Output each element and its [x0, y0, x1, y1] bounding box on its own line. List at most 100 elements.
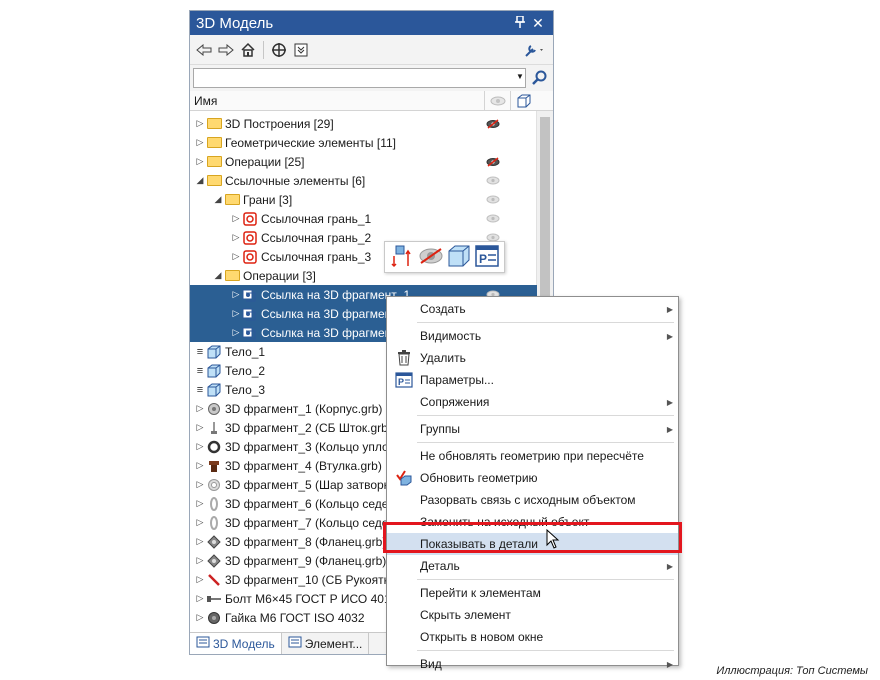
hidden-eye-icon[interactable]: [484, 118, 502, 129]
collapsed-arrow-icon[interactable]: ▷: [194, 479, 206, 490]
tab-elements[interactable]: Элемент...: [282, 633, 370, 654]
collapsed-arrow-icon[interactable]: ▷: [194, 574, 206, 585]
expanded-arrow-icon[interactable]: ◢: [194, 175, 206, 186]
menu-item-10[interactable]: Обновить геометрию: [387, 467, 678, 489]
menu-item-2[interactable]: Видимость ▶: [387, 325, 678, 347]
tree-row-refs[interactable]: ◢ Ссылочные элементы [6]: [190, 171, 537, 190]
collapsed-arrow-icon[interactable]: ▷: [230, 232, 242, 243]
collapsed-arrow-icon[interactable]: ▷: [194, 441, 206, 452]
home-icon[interactable]: [238, 40, 258, 60]
crosshair-icon[interactable]: [269, 40, 289, 60]
menu-item-7[interactable]: Группы ▶: [387, 418, 678, 440]
eye-icon[interactable]: [484, 195, 502, 204]
menu-item-5[interactable]: Сопряжения ▶: [387, 391, 678, 413]
panel-title: 3D Модель: [196, 14, 274, 32]
collapsed-arrow-icon[interactable]: ▷: [194, 118, 206, 129]
submenu-arrow-icon: ▶: [666, 424, 674, 434]
expanded-arrow-icon[interactable]: ◢: [212, 194, 224, 205]
part-seat-icon: [206, 496, 222, 512]
eye-column-icon[interactable]: [484, 90, 510, 111]
tree-row-faces[interactable]: ◢ Грани [3]: [190, 190, 537, 209]
tree-row-geom[interactable]: ▷ Геометрические элементы [11]: [190, 133, 537, 152]
menu-item-18[interactable]: Открыть в новом окне: [387, 626, 678, 648]
collapsed-arrow-icon[interactable]: ▷: [194, 137, 206, 148]
tree-row-label: 3D фрагмент_9 (Фланец.grb): [225, 553, 387, 568]
collapsed-arrow-icon[interactable]: ▷: [194, 156, 206, 167]
tree-row-label: Ссылочная грань_3: [261, 249, 372, 264]
ref-face-icon: [242, 211, 258, 227]
svg-text:P: P: [398, 377, 404, 387]
search-input[interactable]: [193, 68, 526, 88]
menu-item-label: Скрыть элемент: [420, 608, 511, 622]
pin-icon[interactable]: [511, 15, 529, 31]
forward-icon[interactable]: [216, 40, 236, 60]
close-icon[interactable]: ✕: [529, 15, 547, 32]
menu-item-3[interactable]: Удалить: [387, 347, 678, 369]
menu-item-4[interactable]: P Параметры...: [387, 369, 678, 391]
tree-row-construct[interactable]: ▷ 3D Построения [29]: [190, 114, 537, 133]
highlight-callout-frame: [383, 522, 682, 553]
eye-icon[interactable]: [484, 176, 502, 185]
back-icon[interactable]: [194, 40, 214, 60]
collapsed-arrow-icon[interactable]: ▷: [194, 422, 206, 433]
collapsed-arrow-icon[interactable]: ▷: [194, 593, 206, 604]
chevron-down-icon[interactable]: ▼: [516, 72, 524, 81]
tree-row-face1[interactable]: ▷ Ссылочная грань_1: [190, 209, 537, 228]
settings-wrench-icon[interactable]: [521, 40, 549, 60]
submenu-arrow-icon: ▶: [666, 331, 674, 341]
collapsed-arrow-icon[interactable]: ▷: [194, 555, 206, 566]
parameters-icon[interactable]: P: [475, 244, 499, 270]
collapsed-arrow-icon[interactable]: ▷: [230, 213, 242, 224]
menu-item-11[interactable]: Разорвать связь с исходным объектом: [387, 489, 678, 511]
menu-item-label: Видимость: [420, 329, 482, 343]
collapsed-arrow-icon[interactable]: ▷: [194, 612, 206, 623]
menu-item-label: Деталь: [420, 559, 460, 573]
menu-item-14[interactable]: Деталь ▶: [387, 555, 678, 577]
menu-item-20[interactable]: Вид ▶: [387, 653, 678, 675]
hidden-eye-icon[interactable]: [484, 156, 502, 167]
menu-item-16[interactable]: Перейти к элементам: [387, 582, 678, 604]
collapse-all-icon[interactable]: [291, 40, 311, 60]
collapsed-arrow-icon[interactable]: ▷: [194, 536, 206, 547]
collapsed-arrow-icon[interactable]: ▷: [194, 517, 206, 528]
body-icon: [206, 344, 222, 360]
collapsed-arrow-icon[interactable]: ▷: [194, 498, 206, 509]
part-handle-icon: [206, 572, 222, 588]
cube-column-icon[interactable]: [510, 90, 536, 111]
tree-row-label: Тело_3: [225, 382, 266, 397]
search-icon[interactable]: [530, 68, 550, 88]
tree-row-label: Ссылочные элементы [6]: [225, 173, 366, 188]
menu-item-label: Перейти к элементам: [420, 586, 541, 600]
tab-3d-model[interactable]: 3D Модель: [190, 633, 282, 654]
folder-icon: [206, 154, 222, 170]
menu-item-17[interactable]: Скрыть элемент: [387, 604, 678, 626]
collapsed-arrow-icon[interactable]: ▷: [194, 403, 206, 414]
mouse-cursor-icon: [546, 528, 560, 552]
tree-row-label: 3D фрагмент_1 (Корпус.grb): [225, 401, 383, 416]
menu-item-label: Создать: [420, 302, 466, 316]
list-lines-icon: ≡: [196, 364, 204, 377]
part-gray-icon: [206, 401, 222, 417]
collapsed-arrow-icon[interactable]: ▷: [230, 327, 242, 338]
scrollbar-thumb[interactable]: [540, 117, 550, 297]
collapsed-arrow-icon[interactable]: ▷: [230, 308, 242, 319]
ref-fragment-icon: [242, 325, 258, 341]
menu-item-0[interactable]: Создать ▶: [387, 298, 678, 320]
list-lines-icon: ≡: [196, 383, 204, 396]
menu-item-label: Группы: [420, 422, 460, 436]
menu-item-9[interactable]: Не обновлять геометрию при пересчёте: [387, 445, 678, 467]
tree-row-ops[interactable]: ▷ Операции [25]: [190, 152, 537, 171]
tree-row-label: 3D фрагмент_4 (Втулка.grb): [225, 458, 382, 473]
eye-icon[interactable]: [484, 214, 502, 223]
collapsed-arrow-icon[interactable]: ▷: [194, 460, 206, 471]
collapsed-arrow-icon[interactable]: ▷: [230, 289, 242, 300]
move-icon[interactable]: [390, 244, 414, 271]
tree-row-label: Операции [3]: [243, 268, 316, 283]
tree-row-label: Гайка М6 ГОСТ ISO 4032: [225, 610, 365, 625]
hide-icon[interactable]: [418, 247, 444, 268]
expanded-arrow-icon[interactable]: ◢: [212, 270, 224, 281]
menu-item-label: Вид: [420, 657, 442, 671]
collapsed-arrow-icon[interactable]: ▷: [230, 251, 242, 262]
search-row: ▼: [190, 65, 553, 91]
cube-icon[interactable]: [447, 244, 471, 271]
